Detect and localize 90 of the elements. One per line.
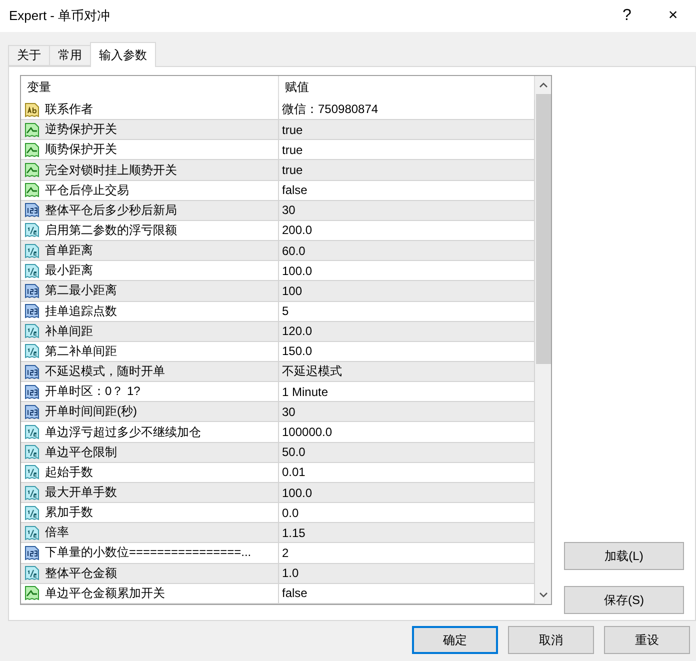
parameter-value[interactable]: 5	[282, 304, 289, 318]
parameter-value[interactable]: true	[282, 122, 303, 137]
help-button[interactable]: ?	[604, 0, 650, 32]
parameter-name: 逆势保护开关	[45, 121, 117, 138]
boolean-type-icon	[24, 162, 40, 178]
parameter-name: 启用第二参数的浮亏限额	[45, 222, 177, 239]
parameter-name: 开单时间间距(秒)	[45, 403, 137, 420]
tab[interactable]: 关于	[8, 45, 50, 66]
decimal-type-icon	[24, 524, 40, 541]
parameter-name: 平仓后停止交易	[45, 182, 129, 199]
parameter-value[interactable]: 0.0	[282, 506, 299, 520]
save-button[interactable]: 保存(S)	[564, 586, 684, 614]
tab[interactable]: 常用	[49, 45, 91, 66]
scroll-down-icon[interactable]	[538, 592, 548, 598]
decimal-type-icon	[24, 484, 40, 500]
parameter-name: 累加手数	[45, 504, 93, 522]
close-button[interactable]: ×	[650, 0, 696, 32]
parameter-value[interactable]: 200.0	[282, 223, 312, 238]
decimal-type-icon	[24, 464, 40, 480]
parameter-name: 下单量的小数位================...	[45, 544, 252, 562]
decimal-type-icon	[24, 565, 40, 582]
parameter-name: 单边平仓限制	[45, 444, 117, 461]
parameter-value[interactable]: 微信：750980874	[282, 101, 378, 118]
parameter-value[interactable]: false	[282, 586, 308, 600]
parameter-name: 顺势保护开关	[45, 141, 117, 158]
parameter-name: 第二补单间距	[45, 342, 117, 360]
scroll-thumb[interactable]	[536, 94, 550, 364]
parameter-name: 首单距离	[45, 242, 93, 260]
dialog-button[interactable]: 取消	[508, 626, 594, 654]
decimal-type-icon	[24, 262, 40, 279]
parameter-value[interactable]: false	[282, 183, 308, 198]
decimal-type-icon	[24, 424, 40, 440]
parameter-name: 单边平仓金额累加开关	[45, 584, 165, 602]
parameter-value[interactable]: 100	[282, 284, 302, 298]
parameter-value[interactable]: 120.0	[282, 324, 312, 338]
integer-type-icon	[24, 364, 40, 380]
parameter-value[interactable]: 100.0	[282, 264, 312, 278]
scrollbar[interactable]	[535, 76, 551, 604]
parameter-name: 整体平仓后多少秒后新局	[45, 202, 177, 219]
integer-type-icon	[24, 544, 40, 561]
parameter-value[interactable]: 0.01	[282, 465, 306, 480]
tab[interactable]: 输入参数	[90, 42, 156, 67]
integer-type-icon	[24, 282, 40, 299]
decimal-type-icon	[24, 222, 40, 238]
dialog-button[interactable]: 确定	[412, 626, 498, 654]
parameter-name: 第二最小距离	[45, 282, 117, 300]
parameter-name: 不延迟模式，随时开单	[45, 363, 165, 380]
parameter-value[interactable]: 不延迟模式	[282, 363, 342, 380]
integer-type-icon	[24, 404, 40, 420]
text-type-icon	[24, 102, 40, 118]
dialog-button[interactable]: 重设	[604, 626, 690, 654]
scroll-up-icon[interactable]	[538, 82, 548, 88]
parameter-value[interactable]: 30	[282, 203, 296, 218]
decimal-type-icon	[24, 323, 40, 340]
boolean-type-icon	[24, 122, 40, 138]
parameter-value[interactable]: 2	[282, 546, 289, 560]
parameter-name: 单边浮亏超过多少不继续加仓	[45, 424, 201, 441]
decimal-type-icon	[24, 504, 40, 521]
parameter-value[interactable]: true	[282, 163, 303, 177]
parameter-name: 挂单追踪点数	[45, 302, 117, 320]
parameter-name: 开单时区：0？ 1?	[45, 383, 140, 400]
parameter-name: 最大开单手数	[45, 484, 117, 501]
parameter-name: 完全对锁时挂上顺势开关	[45, 162, 177, 178]
parameter-value[interactable]: 100.0	[282, 486, 312, 500]
parameter-value[interactable]: 1.15	[282, 526, 306, 540]
parameter-value[interactable]: 100000.0	[282, 425, 332, 440]
integer-type-icon	[24, 384, 40, 400]
parameter-value[interactable]: 50.0	[282, 445, 306, 460]
decimal-type-icon	[24, 242, 40, 259]
load-button[interactable]: 加载(L)	[564, 542, 684, 570]
parameter-value[interactable]: 150.0	[282, 344, 312, 358]
integer-type-icon	[24, 202, 40, 218]
parameter-name: 起始手数	[45, 464, 93, 481]
parameter-value[interactable]: 1.0	[282, 566, 299, 580]
window-title: Expert - 单币对冲	[9, 7, 112, 25]
parameter-name: 整体平仓金额	[45, 564, 117, 582]
parameter-value[interactable]: 1 Minute	[282, 384, 328, 399]
boolean-type-icon	[24, 142, 40, 158]
parameter-name: 倍率	[45, 524, 69, 542]
parameter-value[interactable]: 60.0	[282, 244, 306, 258]
parameter-name: 补单间距	[45, 322, 93, 340]
integer-type-icon	[24, 303, 40, 320]
parameter-name: 最小距离	[45, 262, 93, 280]
boolean-type-icon	[24, 182, 40, 198]
parameter-name: 联系作者	[45, 101, 93, 118]
decimal-type-icon	[24, 444, 40, 460]
decimal-type-icon	[24, 343, 40, 360]
parameter-value[interactable]: true	[282, 142, 303, 157]
boolean-type-icon	[24, 585, 40, 602]
parameter-value[interactable]: 30	[282, 404, 296, 419]
